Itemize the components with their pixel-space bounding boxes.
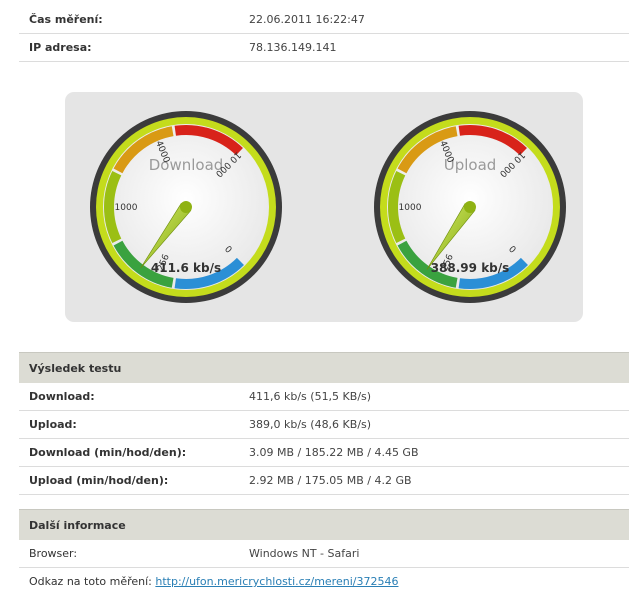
ip-address-row: IP adresa: 78.136.149.141 — [19, 34, 629, 62]
measurement-time-row: Čas měření: 22.06.2011 16:22:47 — [19, 0, 629, 34]
download-result-row: Download: 411,6 kb/s (51,5 KB/s) — [19, 383, 629, 411]
upload-volume-label: Upload (min/hod/den): — [29, 474, 169, 487]
download-result-value: 411,6 kb/s (51,5 KB/s) — [249, 390, 372, 403]
upload-volume-row: Upload (min/hod/den): 2.92 MB / 175.05 M… — [19, 467, 629, 495]
download-volume-value: 3.09 MB / 185.22 MB / 4.45 GB — [249, 446, 419, 459]
measurement-time-value: 22.06.2011 16:22:47 — [249, 13, 365, 26]
upload-gauge: Upload025610004000 10 000388.99 kb/s — [374, 111, 566, 303]
gauge-tick-label: 1000 — [115, 203, 138, 213]
permalink-link[interactable]: http://ufon.mericrychlosti.cz/mereni/372… — [155, 575, 398, 588]
test-results-header: Výsledek testu — [19, 352, 629, 383]
gauge-value: 411.6 kb/s — [151, 261, 221, 275]
ip-address-value: 78.136.149.141 — [249, 41, 337, 54]
download-result-label: Download: — [29, 390, 95, 403]
download-volume-label: Download (min/hod/den): — [29, 446, 187, 459]
gauge-svg: Download025610004000 10 000411.6 kb/s Upl… — [90, 111, 566, 303]
more-info-heading: Další informace — [29, 519, 126, 532]
ip-address-label: IP adresa: — [29, 41, 92, 54]
download-volume-row: Download (min/hod/den): 3.09 MB / 185.22… — [19, 439, 629, 467]
upload-result-row: Upload: 389,0 kb/s (48,6 KB/s) — [19, 411, 629, 439]
upload-volume-value: 2.92 MB / 175.05 MB / 4.2 GB — [249, 474, 412, 487]
download-gauge: Download025610004000 10 000411.6 kb/s — [90, 111, 282, 303]
upload-result-value: 389,0 kb/s (48,6 KB/s) — [249, 418, 372, 431]
upload-result-label: Upload: — [29, 418, 77, 431]
browser-value: Windows NT - Safari — [249, 547, 360, 560]
gauge-value: 388.99 kb/s — [431, 261, 510, 275]
browser-label: Browser: — [29, 547, 78, 560]
gauge-panel: Download 0 256 1000 4000 10 000 411.6 kb/s Upl… — [65, 92, 583, 322]
gauge-tick-label: 1000 — [399, 203, 422, 213]
measurement-time-label: Čas měření: — [29, 13, 103, 26]
gauge-hub — [180, 201, 192, 213]
browser-row: Browser: Windows NT - Safari — [19, 540, 629, 568]
more-info-header: Další informace — [19, 509, 629, 540]
permalink-label: Odkaz na toto měření: http://ufon.mericr… — [29, 575, 398, 588]
gauge-hub — [464, 201, 476, 213]
permalink-row: Odkaz na toto měření: http://ufon.mericr… — [19, 568, 629, 595]
test-results-heading: Výsledek testu — [29, 362, 122, 375]
permalink-label-text: Odkaz na toto měření: — [29, 575, 152, 588]
